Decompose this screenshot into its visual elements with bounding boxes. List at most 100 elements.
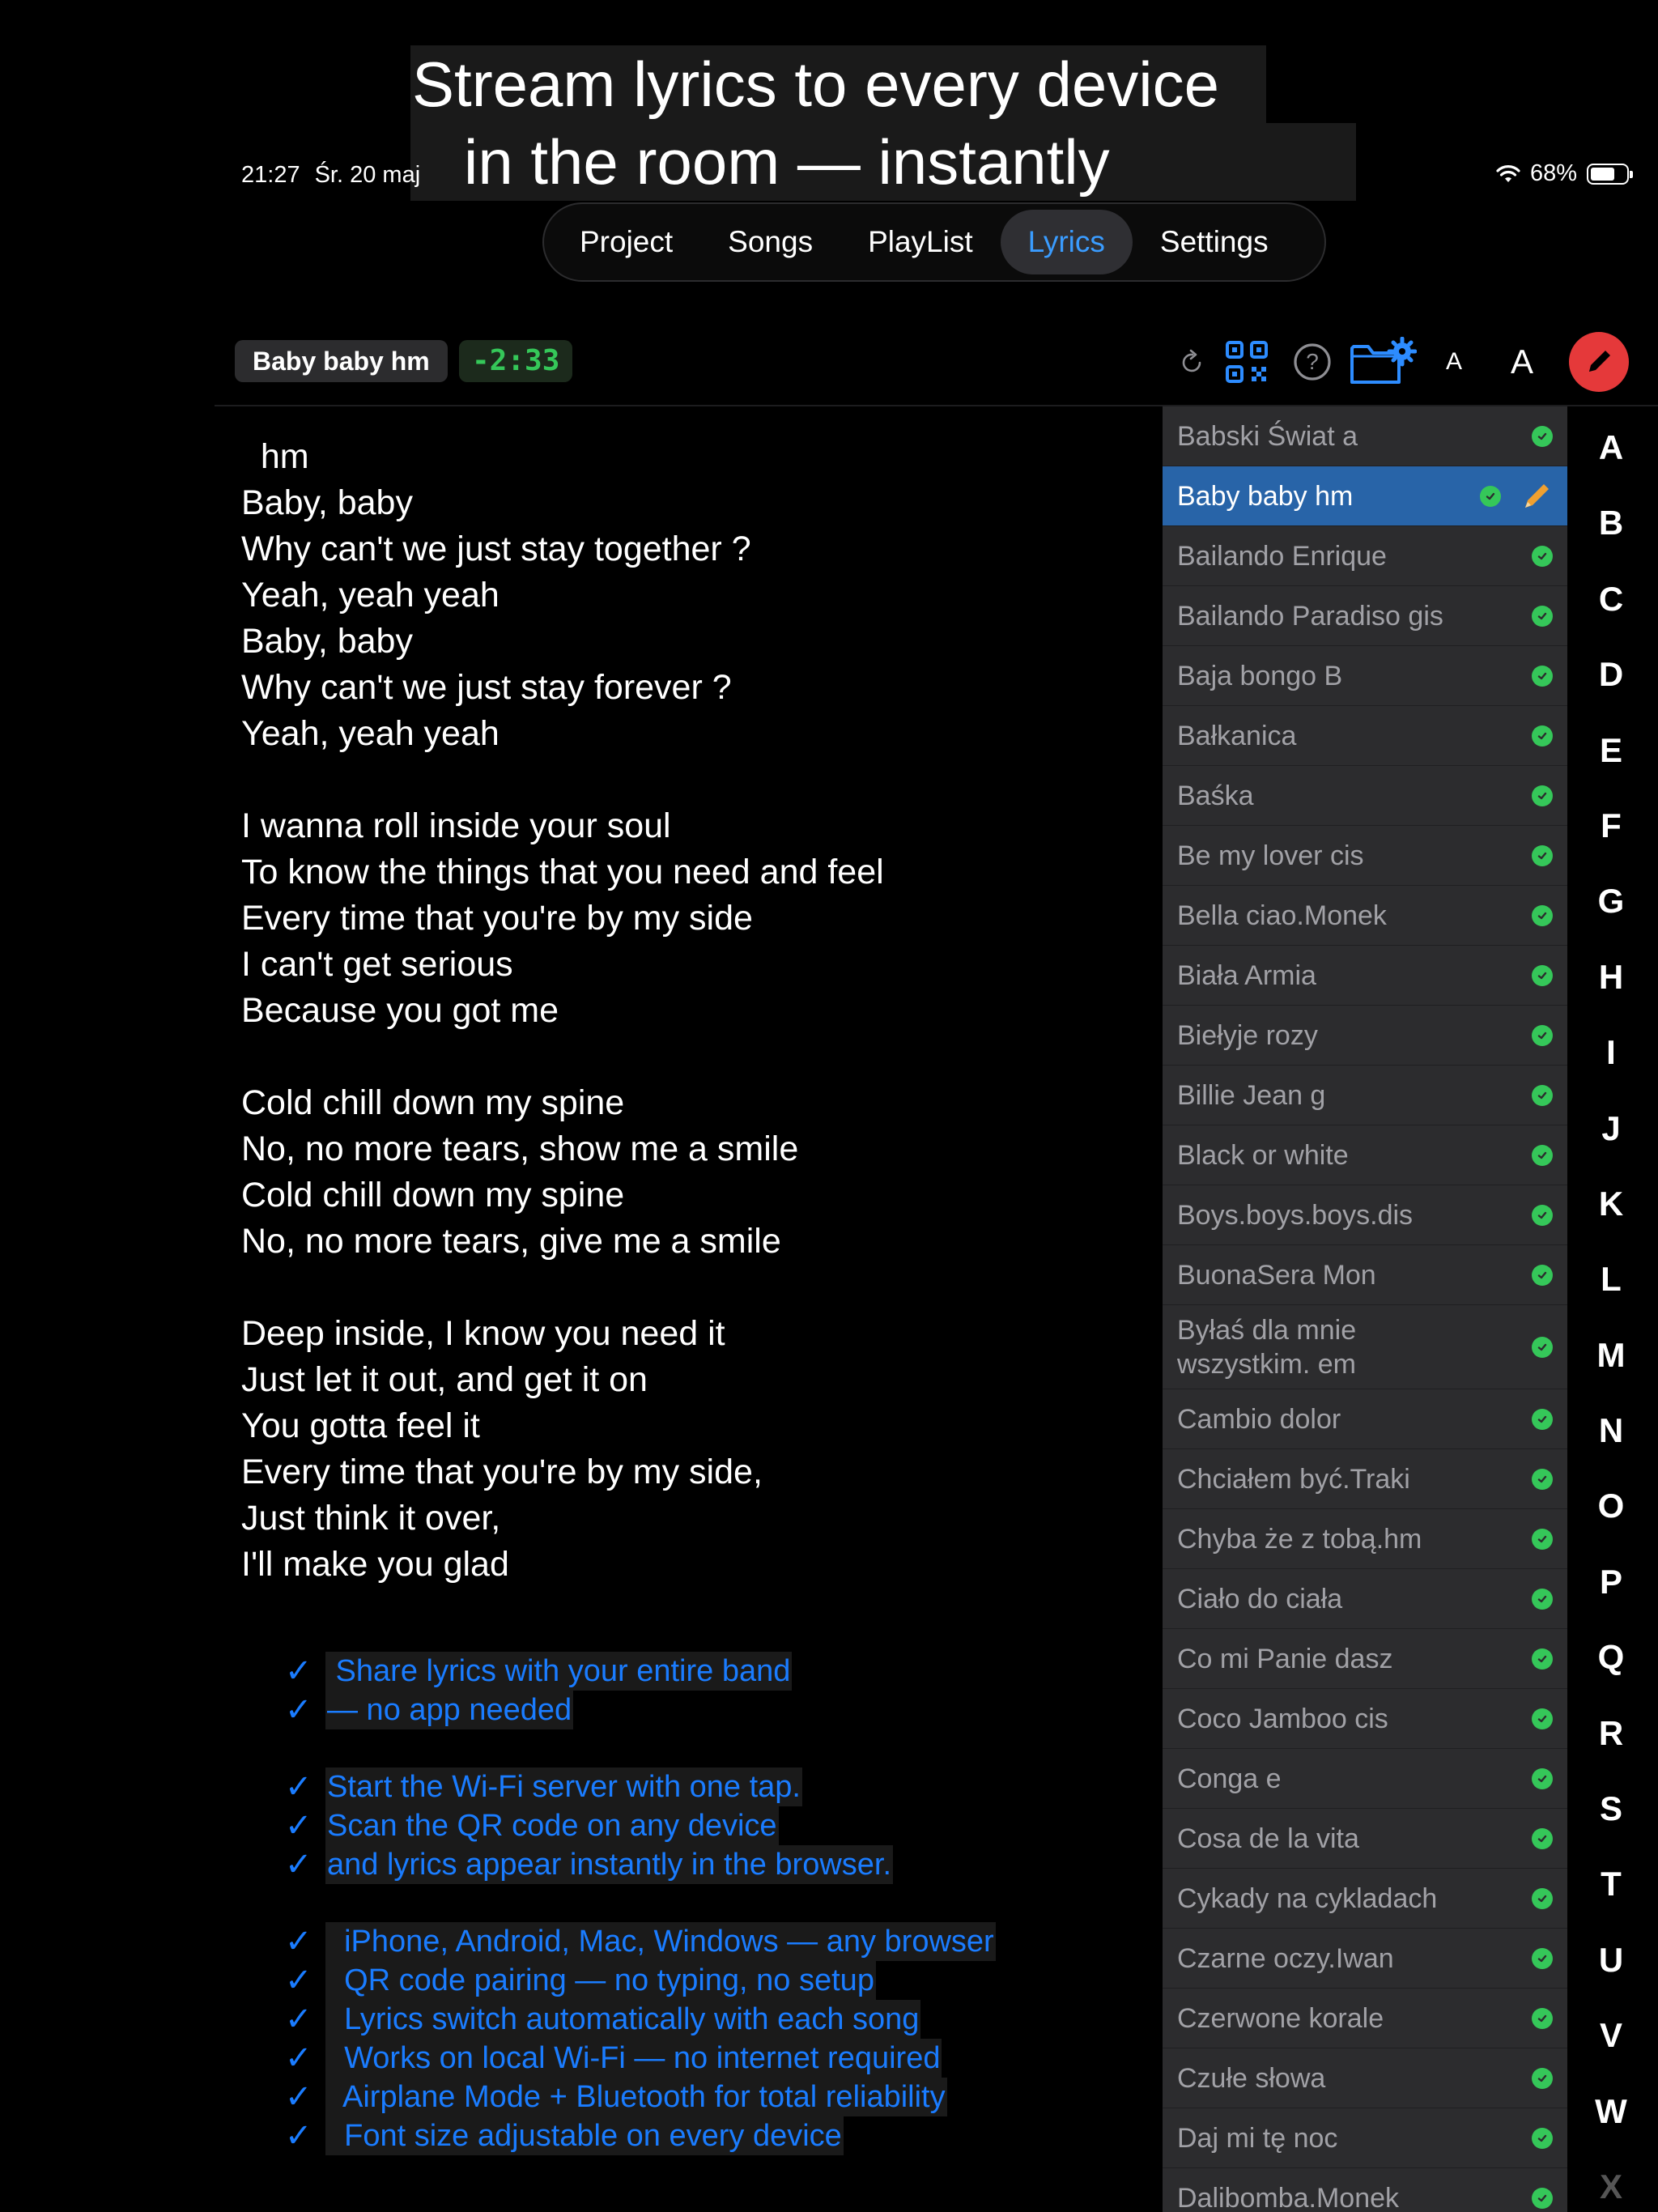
song-row[interactable]: Boys.boys.boys.dis: [1163, 1185, 1567, 1245]
index-letter-t[interactable]: T: [1579, 1846, 1643, 1921]
song-row[interactable]: Be my lover cis: [1163, 826, 1567, 886]
song-row-selected[interactable]: Baby baby hm: [1163, 466, 1567, 526]
index-letter-p[interactable]: P: [1579, 1544, 1643, 1619]
feature-group: ✓ iPhone, Android, Mac, Windows — any br…: [285, 1922, 996, 2155]
alphabet-index[interactable]: ABCDEFGHIJKLMNOPQRSTUVWX: [1579, 410, 1643, 2212]
index-letter-j[interactable]: J: [1579, 1091, 1643, 1166]
index-letter-x[interactable]: X: [1579, 2149, 1643, 2212]
index-letter-k[interactable]: K: [1579, 1166, 1643, 1241]
song-row[interactable]: Baśka: [1163, 766, 1567, 826]
song-name: Daj mi tę noc: [1177, 2122, 1338, 2154]
song-row[interactable]: Cambio dolor: [1163, 1389, 1567, 1449]
song-row[interactable]: Czarne oczy.Iwan: [1163, 1929, 1567, 1989]
song-row[interactable]: Bella ciao.Monek: [1163, 886, 1567, 946]
feature-text: Works on local Wi-Fi — no internet requi…: [325, 2039, 942, 2078]
battery-icon: [1587, 163, 1633, 185]
tab-playlist[interactable]: PlayList: [840, 210, 1001, 274]
index-letter-i[interactable]: I: [1579, 1015, 1643, 1090]
qr-code-button[interactable]: [1222, 334, 1271, 390]
battery-level: [1591, 167, 1614, 181]
index-letter-n[interactable]: N: [1579, 1393, 1643, 1468]
song-row[interactable]: Ciało do ciała: [1163, 1569, 1567, 1629]
song-row[interactable]: Dalibomba.Monek: [1163, 2168, 1567, 2212]
feature-text: Airplane Mode + Bluetooth for total reli…: [325, 2078, 947, 2116]
checkmark-circle-icon: [1532, 1648, 1553, 1670]
refresh-button[interactable]: [1176, 334, 1209, 390]
song-row[interactable]: Biełyje rozy: [1163, 1006, 1567, 1066]
index-letter-o[interactable]: O: [1579, 1468, 1643, 1543]
song-name: Bella ciao.Monek: [1177, 900, 1387, 931]
song-name: Bailando Enrique: [1177, 540, 1387, 572]
checkmark-circle-icon: [1532, 1887, 1553, 1909]
song-row[interactable]: Byłaś dla mnie wszystkim. em: [1163, 1305, 1567, 1389]
folder-settings-button[interactable]: [1349, 334, 1417, 390]
checkmark-circle-icon: [1532, 1947, 1553, 1969]
song-row[interactable]: Conga e: [1163, 1749, 1567, 1809]
song-row[interactable]: Bailando Paradiso gis: [1163, 586, 1567, 646]
index-letter-s[interactable]: S: [1579, 1771, 1643, 1846]
font-smaller-button[interactable]: A: [1438, 334, 1470, 390]
tab-songs[interactable]: Songs: [700, 210, 840, 274]
song-row[interactable]: Baja bongo B: [1163, 646, 1567, 706]
index-letter-m[interactable]: M: [1579, 1317, 1643, 1393]
song-row[interactable]: Bałkanica: [1163, 706, 1567, 766]
song-row[interactable]: Biała Armia: [1163, 946, 1567, 1006]
checkmark-circle-icon: [1480, 485, 1501, 507]
index-letter-b[interactable]: B: [1579, 485, 1643, 560]
song-row[interactable]: Black or white: [1163, 1125, 1567, 1185]
tab-lyrics[interactable]: Lyrics: [1000, 210, 1133, 274]
song-name: Dalibomba.Monek: [1177, 2182, 1400, 2212]
checkmark-icon: ✓: [285, 2118, 312, 2154]
song-row[interactable]: Cosa de la vita: [1163, 1809, 1567, 1869]
font-larger-button[interactable]: A: [1504, 334, 1540, 390]
index-letter-d[interactable]: D: [1579, 636, 1643, 712]
song-row[interactable]: Bailando Enrique: [1163, 526, 1567, 586]
index-letter-e[interactable]: E: [1579, 713, 1643, 788]
song-row[interactable]: BuonaSera Mon: [1163, 1245, 1567, 1305]
feature-item: ✓ iPhone, Android, Mac, Windows — any br…: [285, 1922, 996, 1961]
index-letter-v[interactable]: V: [1579, 1997, 1643, 2073]
tab-settings[interactable]: Settings: [1133, 210, 1296, 274]
index-letter-u[interactable]: U: [1579, 1922, 1643, 1997]
index-letter-r[interactable]: R: [1579, 1695, 1643, 1771]
song-row[interactable]: Chyba że z tobą.hm: [1163, 1509, 1567, 1569]
song-row[interactable]: Babski Świat a: [1163, 406, 1567, 466]
song-row[interactable]: Chciałem być.Traki: [1163, 1449, 1567, 1509]
index-letter-f[interactable]: F: [1579, 788, 1643, 863]
song-name: Baśka: [1177, 780, 1254, 811]
checkmark-icon: ✓: [285, 1653, 312, 1689]
song-row[interactable]: Daj mi tę noc: [1163, 2108, 1567, 2168]
checkmark-circle-icon: [1532, 964, 1553, 986]
index-letter-l[interactable]: L: [1579, 1241, 1643, 1317]
song-name: Cambio dolor: [1177, 1403, 1341, 1435]
song-name: Coco Jamboo cis: [1177, 1703, 1388, 1734]
index-letter-g[interactable]: G: [1579, 863, 1643, 938]
edit-song-pencil-icon[interactable]: [1520, 480, 1553, 513]
song-row[interactable]: Coco Jamboo cis: [1163, 1689, 1567, 1749]
song-row[interactable]: Cykady na cykladach: [1163, 1869, 1567, 1929]
song-name: Czarne oczy.Iwan: [1177, 1942, 1394, 1974]
checkmark-circle-icon: [1532, 844, 1553, 866]
svg-text:?: ?: [1306, 349, 1319, 374]
index-letter-h[interactable]: H: [1579, 939, 1643, 1015]
index-letter-w[interactable]: W: [1579, 2074, 1643, 2149]
font-smaller-icon: A: [1445, 348, 1462, 375]
checkmark-icon: ✓: [285, 2040, 312, 2076]
index-letter-c[interactable]: C: [1579, 561, 1643, 636]
index-letter-a[interactable]: A: [1579, 410, 1643, 485]
song-row[interactable]: Czerwone korale: [1163, 1989, 1567, 2048]
feature-text: QR code pairing — no typing, no setup: [325, 1961, 876, 2000]
song-row[interactable]: Co mi Panie dasz: [1163, 1629, 1567, 1689]
tab-project[interactable]: Project: [552, 210, 700, 274]
song-list[interactable]: Babski Świat a Baby baby hm Bailando Enriq…: [1163, 406, 1567, 2212]
help-button[interactable]: ?: [1290, 334, 1335, 390]
checkmark-circle-icon: [1532, 2187, 1553, 2209]
song-name: Baja bongo B: [1177, 660, 1343, 691]
checkmark-circle-icon: [1532, 1024, 1553, 1046]
song-row[interactable]: Billie Jean g: [1163, 1066, 1567, 1125]
index-letter-q[interactable]: Q: [1579, 1619, 1643, 1695]
edit-button[interactable]: [1569, 332, 1629, 392]
song-row[interactable]: Czułe słowa: [1163, 2048, 1567, 2108]
song-name: Boys.boys.boys.dis: [1177, 1199, 1414, 1231]
lyrics-text: hm Baby, baby Why can't we just stay tog…: [241, 437, 884, 1584]
